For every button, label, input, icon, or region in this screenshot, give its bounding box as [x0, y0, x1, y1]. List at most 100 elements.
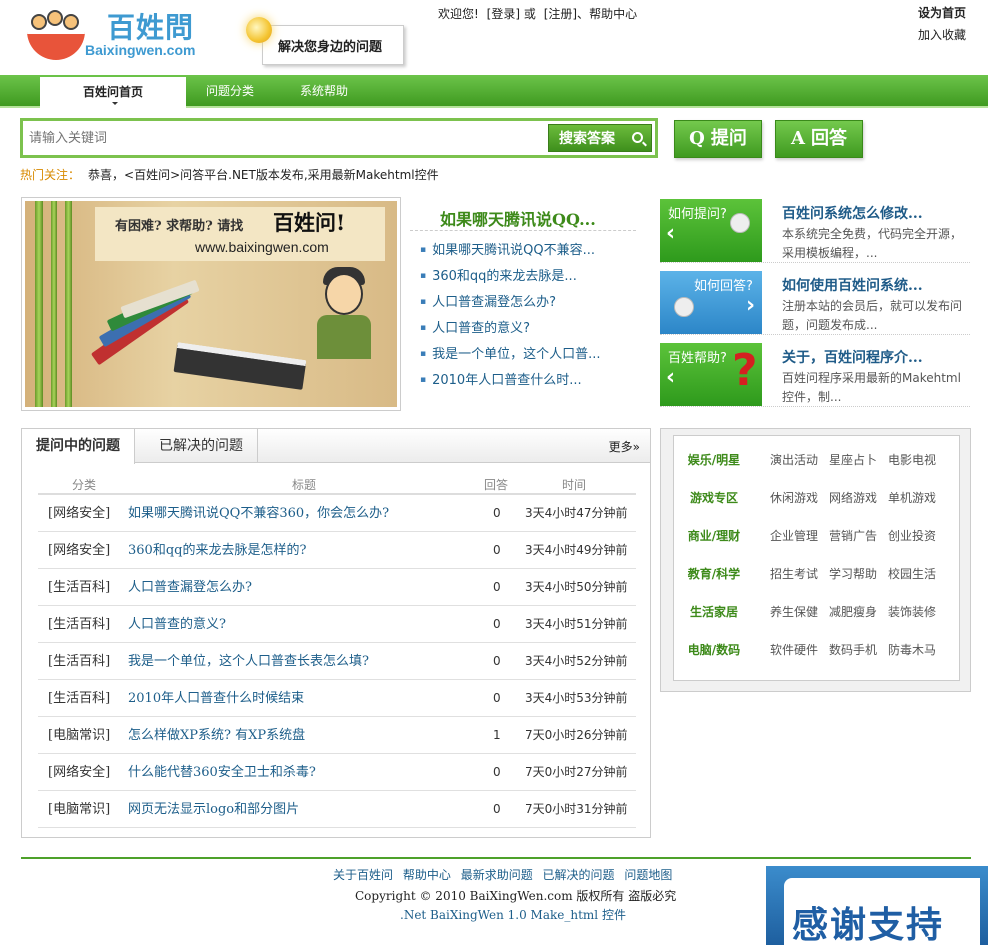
answer-count: 0 [493, 654, 501, 668]
headline-item[interactable]: 360和qq的来龙去脉是... [420, 264, 601, 290]
subcategory-link[interactable]: 养生保健 [770, 593, 818, 631]
nav-categories[interactable]: 问题分类 [190, 75, 270, 108]
question-category[interactable]: [网络安全] [48, 754, 110, 791]
subcategory-link[interactable]: 减肥瘦身 [829, 593, 877, 631]
welcome-text: 欢迎您! [438, 7, 479, 21]
headline-item[interactable]: 人口普查的意义? [420, 316, 601, 342]
subcategory-link[interactable]: 网络游戏 [829, 479, 877, 517]
subcategory-link[interactable]: 营销广告 [829, 517, 877, 555]
headline-title[interactable]: 如果哪天腾讯说QQ... [440, 206, 596, 230]
question-category[interactable]: [生活百科] [48, 643, 110, 680]
footer-help-link[interactable]: 帮助中心 [403, 868, 451, 882]
answer-count: 0 [493, 691, 501, 705]
user-topbar: 欢迎您! [登录] 或 [注册]、帮助中心 [438, 5, 637, 22]
tab-solved-questions[interactable]: 已解决的问题 [145, 429, 258, 463]
nav-system-help[interactable]: 系统帮助 [284, 75, 364, 108]
subcategory-link[interactable]: 创业投资 [888, 517, 936, 555]
category-heading[interactable]: 电脑/数码 [674, 631, 754, 669]
site-logo[interactable]: 百姓問 Baixingwen.com [25, 8, 215, 63]
subcategory-link[interactable]: 休闲游戏 [770, 479, 818, 517]
subcategory-link[interactable]: 装饰装修 [888, 593, 936, 631]
subcategory-link[interactable]: 数码手机 [829, 631, 877, 669]
question-title[interactable]: 我是一个单位，这个人口普查长表怎么填? [128, 643, 369, 680]
subcategory-link[interactable]: 星座占卜 [829, 441, 877, 479]
subcategory-link[interactable]: 演出活动 [770, 441, 818, 479]
footer-about-link[interactable]: 关于百姓问 [333, 868, 393, 882]
footer-solved-link[interactable]: 已解决的问题 [543, 868, 615, 882]
subcategory-link[interactable]: 校园生活 [888, 555, 936, 593]
category-heading[interactable]: 娱乐/明星 [674, 441, 754, 479]
questions-table-header: 分类 标题 回答 时间 [38, 473, 636, 495]
how-to-ask-image[interactable]: 如何提问? ‹ [660, 199, 762, 262]
feature-desc: 百姓问程序采用最新的Makehtml控件，制... [782, 371, 961, 404]
hot-topic-link[interactable]: 恭喜，<百姓问>问答平台.NET版本发布,采用最新Makehtml控件 [88, 168, 439, 182]
question-time: 3天4小时51分钟前 [525, 617, 628, 631]
answer-question-button[interactable]: A 回答 [775, 120, 863, 158]
question-title[interactable]: 什么能代替360安全卫士和杀毒? [128, 754, 316, 791]
feature-title[interactable]: 关于，百姓问程序介... [782, 347, 923, 367]
subcategory-link[interactable]: 单机游戏 [888, 479, 936, 517]
question-category[interactable]: [电脑常识] [48, 717, 110, 754]
headline-item[interactable]: 人口普查漏登怎么办? [420, 290, 601, 316]
question-title[interactable]: 2010年人口普查什么时候结束 [128, 680, 304, 717]
category-row: 生活家居 养生保健 减肥瘦身 装饰装修 [674, 593, 959, 631]
footer-latest-link[interactable]: 最新求助问题 [461, 868, 533, 882]
question-title[interactable]: 如果哪天腾讯说QQ不兼容360，你会怎么办? [128, 495, 389, 532]
help-image[interactable]: 百姓帮助? ‹ ? [660, 343, 762, 406]
category-heading[interactable]: 教育/科学 [674, 555, 754, 593]
subcategory-link[interactable]: 电影电视 [888, 441, 936, 479]
question-category[interactable]: [生活百科] [48, 680, 110, 717]
answer-count: 0 [493, 506, 501, 520]
register-link[interactable]: [注册]、 [544, 7, 589, 21]
add-bookmark-link[interactable]: 加入收藏 [918, 24, 966, 46]
question-title[interactable]: 人口普查的意义? [128, 606, 226, 643]
column-header: 回答 [484, 478, 509, 492]
search-input[interactable] [29, 126, 549, 150]
book-icon [173, 342, 307, 390]
question-title[interactable]: 怎么样做XP系统? 有XP系统盘 [128, 717, 305, 754]
banner-url: www.baixingwen.com [195, 239, 329, 255]
subcategory-link[interactable]: 招生考试 [770, 555, 818, 593]
help-center-link[interactable]: 帮助中心 [589, 7, 637, 21]
version-link[interactable]: .Net BaiXingWen 1.0 Make_html 控件 [400, 906, 626, 923]
category-heading[interactable]: 生活家居 [674, 593, 754, 631]
thanks-text: 感谢支持 [792, 905, 945, 945]
question-category[interactable]: [网络安全] [48, 495, 110, 532]
more-link[interactable]: 更多» [609, 438, 640, 455]
feature-title[interactable]: 如何使用百姓问系统... [782, 275, 923, 295]
login-link[interactable]: [登录] [487, 7, 520, 21]
headline-item[interactable]: 我是一个单位，这个人口普... [420, 342, 600, 368]
subcategory-link[interactable]: 企业管理 [770, 517, 818, 555]
subcategory-link[interactable]: 学习帮助 [829, 555, 877, 593]
category-heading[interactable]: 游戏专区 [674, 479, 754, 517]
question-category[interactable]: [生活百科] [48, 569, 110, 606]
tab-open-questions[interactable]: 提问中的问题 [22, 429, 135, 464]
banner-image: 有困难? 求帮助? 请找 百姓问! www.baixingwen.com [25, 201, 397, 407]
question-category[interactable]: [网络安全] [48, 532, 110, 569]
question-title[interactable]: 人口普查漏登怎么办? [128, 569, 252, 606]
nav-home[interactable]: 百姓问首页 [40, 77, 186, 110]
footer-sitemap-link[interactable]: 问题地图 [624, 868, 672, 882]
how-to-answer-image[interactable]: 如何回答? › [660, 271, 762, 334]
reader-face-icon [325, 273, 363, 315]
question-category[interactable]: [电脑常识] [48, 791, 110, 828]
promo-banner[interactable]: 有困难? 求帮助? 请找 百姓问! www.baixingwen.com [21, 197, 401, 411]
ask-question-button[interactable]: Q 提问 [674, 120, 762, 158]
category-heading[interactable]: 商业/理财 [674, 517, 754, 555]
question-title[interactable]: 360和qq的来龙去脉是怎样的? [128, 532, 306, 569]
answer-label: 回答 [810, 128, 847, 149]
thanks-support-badge[interactable]: 感谢支持 [766, 866, 988, 945]
set-homepage-link[interactable]: 设为首页 [918, 2, 966, 24]
search-button[interactable]: 搜索答案 [548, 124, 652, 152]
headline-item[interactable]: 2010年人口普查什么时... [420, 368, 601, 394]
feature-title[interactable]: 百姓问系统怎么修改... [782, 203, 923, 223]
question-title[interactable]: 网页无法显示logo和部分图片 [128, 791, 299, 828]
answer-a-icon: A [791, 128, 805, 149]
subcategory-link[interactable]: 防毒木马 [888, 631, 936, 669]
headline-item[interactable]: 如果哪天腾讯说QQ不兼容... [420, 238, 601, 264]
question-category[interactable]: [生活百科] [48, 606, 110, 643]
questions-tabs: 提问中的问题 已解决的问题 更多» [22, 429, 650, 464]
answer-count: 1 [493, 728, 501, 742]
logo-text: 百姓問 [107, 11, 195, 44]
subcategory-link[interactable]: 软件硬件 [770, 631, 818, 669]
